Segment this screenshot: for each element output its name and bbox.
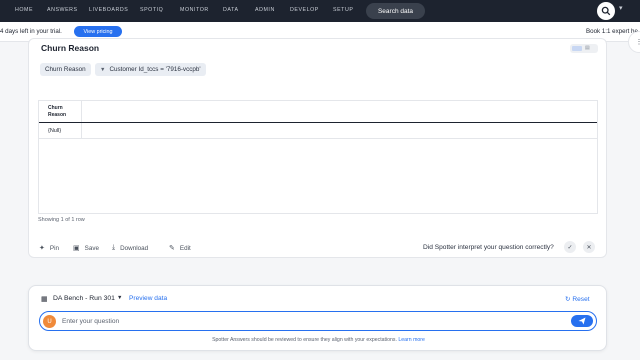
results-table: Churn Reason {Null} [38, 100, 598, 214]
chevron-down-icon[interactable]: ▼ [117, 295, 122, 301]
top-nav: HOME ANSWERS LIVEBOARDS SPOTIQ MONITOR D… [0, 0, 640, 22]
trial-text: 4 days left in your trial. [0, 28, 62, 35]
datasource-icon: ▦ [41, 296, 48, 303]
disclaimer-text: Spotter Answers should be reviewed to en… [212, 337, 397, 343]
chevron-down-icon[interactable]: ▾ [619, 4, 623, 12]
thumbs-down-button[interactable]: ✕ [583, 241, 595, 253]
search-data-button[interactable]: Search data [366, 3, 425, 19]
column-chip[interactable]: Churn Reason [40, 63, 91, 76]
row-count: Showing 1 of 1 row [38, 217, 85, 223]
nav-monitor[interactable]: MONITOR [180, 7, 209, 13]
pin-label: Pin [49, 244, 59, 252]
nav-liveboards[interactable]: LIVEBOARDS [89, 7, 128, 13]
nav-setup[interactable]: SETUP [333, 7, 353, 13]
save-button[interactable]: ▣ Save [73, 244, 99, 253]
reset-icon: ↻ [565, 296, 571, 303]
nav-admin[interactable]: ADMIN [255, 7, 275, 13]
pin-button[interactable]: ✦ Pin [39, 244, 59, 253]
table-view-icon[interactable] [572, 46, 582, 51]
save-icon: ▣ [73, 245, 80, 252]
view-pricing-button[interactable]: View pricing [74, 26, 122, 37]
question-input-box[interactable]: U [39, 311, 597, 331]
preview-data-link[interactable]: Preview data [129, 295, 167, 302]
check-icon: ✓ [567, 244, 573, 251]
download-button[interactable]: ⤓ Download [112, 244, 148, 252]
pin-icon: ✦ [39, 245, 45, 252]
filter-chip[interactable]: ▼ Customer Id_tccs = '7916-vccpb' [95, 63, 206, 76]
nav-home[interactable]: HOME [15, 7, 33, 13]
send-button[interactable] [571, 315, 593, 327]
nav-answers[interactable]: ANSWERS [47, 7, 78, 13]
column-chip-label: Churn Reason [45, 66, 86, 73]
nav-develop[interactable]: DEVELOP [290, 7, 319, 13]
save-label: Save [84, 244, 99, 252]
more-icon-glyph: ⋮ [635, 39, 640, 46]
download-label: Download [120, 244, 149, 252]
learn-more-link[interactable]: Learn more [398, 337, 425, 343]
view-toggle[interactable]: ▤ [570, 44, 598, 53]
interpret-question: Did Spotter interpret your question corr… [423, 244, 554, 251]
nav-spotiq[interactable]: SPOTIQ [140, 7, 163, 13]
disclaimer: Spotter Answers should be reviewed to en… [29, 337, 608, 343]
edit-label: Edit [179, 244, 191, 252]
help-icon[interactable] [597, 2, 615, 20]
column-header[interactable]: Churn Reason [48, 105, 74, 119]
send-icon [578, 317, 586, 325]
avatar: U [43, 315, 56, 328]
header-divider [39, 122, 597, 123]
filter-chip-label: Customer Id_tccs = '7916-vccpb' [109, 66, 201, 73]
download-icon: ⤓ [112, 244, 116, 251]
reset-label: Reset [572, 296, 590, 303]
column-header-label: Churn Reason [48, 105, 67, 118]
chart-view-icon[interactable]: ▤ [585, 45, 590, 51]
table-cell: {Null} [48, 128, 62, 134]
row-divider [39, 138, 597, 139]
filter-icon: ▼ [100, 66, 106, 73]
edit-button[interactable]: ✎ Edit [169, 244, 191, 253]
reset-button[interactable]: ↻ Reset [565, 295, 590, 303]
edit-icon: ✎ [169, 245, 175, 252]
question-input[interactable] [62, 315, 542, 328]
close-icon: ✕ [586, 244, 592, 251]
answer-title: Churn Reason [41, 43, 100, 53]
datasource-name[interactable]: DA Bench - Run 301 [53, 295, 115, 302]
column-divider [81, 101, 82, 139]
answer-card: Churn Reason ▤ Churn Reason ▼ Customer I… [28, 38, 607, 258]
more-icon[interactable]: ⋮ [628, 31, 640, 53]
nav-data[interactable]: DATA [223, 7, 239, 13]
thumbs-up-button[interactable]: ✓ [564, 241, 576, 253]
spotter-panel: ▦ DA Bench - Run 301 ▼ Preview data ↻ Re… [28, 285, 607, 351]
